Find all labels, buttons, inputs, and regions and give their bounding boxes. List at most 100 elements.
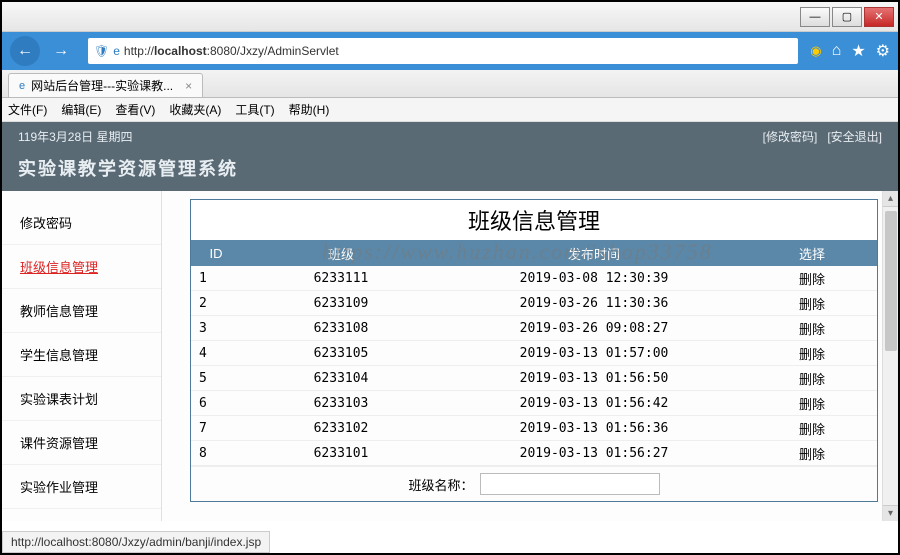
form-row: 班级名称： [191, 466, 877, 501]
vertical-scrollbar[interactable]: ▴ ▾ [882, 191, 898, 521]
menu-tools[interactable]: 工具(T) [235, 101, 274, 118]
cell-id: 5 [191, 371, 241, 386]
window-maximize-button[interactable]: ▢ [832, 7, 862, 27]
menu-view[interactable]: 查看(V) [115, 101, 155, 118]
menu-file[interactable]: 文件(F) [8, 101, 47, 118]
form-label: 班级名称： [408, 475, 473, 494]
cell-time: 2019-03-13 01:57:00 [441, 346, 747, 361]
app-header: 119年3月28日 星期四 [修改密码] [安全退出] 实验课教学资源管理系统 [2, 122, 898, 191]
delete-link[interactable]: 删除 [747, 419, 877, 438]
sidebar-item-courseware[interactable]: 课件资源管理 [2, 421, 161, 465]
cell-id: 7 [191, 421, 241, 436]
home-icon[interactable]: ⌂ [832, 42, 842, 60]
delete-link[interactable]: 删除 [747, 294, 877, 313]
favorites-icon[interactable]: ★ [851, 41, 865, 61]
forward-button[interactable]: → [46, 36, 76, 66]
url-prefix: http:// [124, 44, 154, 58]
url-rest: :8080/Jxzy/AdminServlet [207, 44, 339, 58]
scroll-thumb[interactable] [885, 211, 897, 351]
tab-title: 网站后台管理---实验课教... [31, 77, 173, 94]
shield-icon: 🛡 [94, 44, 109, 58]
table-row: 462331052019-03-13 01:57:00删除 [191, 341, 877, 366]
delete-link[interactable]: 删除 [747, 319, 877, 338]
delete-link[interactable]: 删除 [747, 269, 877, 288]
cell-id: 3 [191, 321, 241, 336]
header-date: 119年3月28日 星期四 [18, 128, 133, 145]
delete-link[interactable]: 删除 [747, 344, 877, 363]
url-host: localhost [154, 44, 207, 58]
table-row: 662331032019-03-13 01:56:42删除 [191, 391, 877, 416]
col-class: 班级 [241, 244, 441, 263]
browser-navbar: ← → 🛡 e http://localhost:8080/Jxzy/Admin… [2, 32, 898, 70]
sidebar-item-teacher-info[interactable]: 教师信息管理 [2, 289, 161, 333]
settings-gear-icon[interactable]: ⚙ [876, 41, 890, 61]
sidebar-item-lab-schedule[interactable]: 实验课表计划 [2, 377, 161, 421]
tab-close-icon[interactable]: × [185, 79, 192, 93]
table-row: 162331112019-03-08 12:30:39删除 [191, 266, 877, 291]
window-titlebar: — ▢ ✕ [2, 2, 898, 32]
table-header: ID 班级 发布时间 选择 [191, 240, 877, 266]
app-body: 修改密码 班级信息管理 教师信息管理 学生信息管理 实验课表计划 课件资源管理 … [2, 191, 898, 521]
cell-id: 2 [191, 296, 241, 311]
class-panel: 班级信息管理 ID 班级 发布时间 选择 162331112019-03-08 … [190, 199, 878, 502]
cell-class: 6233105 [241, 346, 441, 361]
cell-id: 8 [191, 446, 241, 461]
scroll-down-icon[interactable]: ▾ [883, 505, 898, 521]
cell-class: 6233102 [241, 421, 441, 436]
cell-time: 2019-03-08 12:30:39 [441, 271, 747, 286]
cell-time: 2019-03-26 09:08:27 [441, 321, 747, 336]
sidebar-item-class-info[interactable]: 班级信息管理 [2, 245, 161, 289]
window-close-button[interactable]: ✕ [864, 7, 894, 27]
cell-class: 6233101 [241, 446, 441, 461]
sidebar-item-lab-homework[interactable]: 实验作业管理 [2, 465, 161, 509]
table-row: 762331022019-03-13 01:56:36删除 [191, 416, 877, 441]
delete-link[interactable]: 删除 [747, 369, 877, 388]
menu-edit[interactable]: 编辑(E) [61, 101, 101, 118]
cell-class: 6233103 [241, 396, 441, 411]
table-row: 562331042019-03-13 01:56:50删除 [191, 366, 877, 391]
table-row: 362331082019-03-26 09:08:27删除 [191, 316, 877, 341]
sidebar-item-password[interactable]: 修改密码 [2, 201, 161, 245]
cell-id: 4 [191, 346, 241, 361]
tab-favicon-icon: e [19, 80, 25, 92]
sidebar-item-student-info[interactable]: 学生信息管理 [2, 333, 161, 377]
table-row: 262331092019-03-26 11:30:36删除 [191, 291, 877, 316]
app-title: 实验课教学资源管理系统 [18, 155, 882, 181]
bookmark-indicator-icon[interactable]: ◉ [810, 43, 821, 59]
browser-menubar: 文件(F) 编辑(E) 查看(V) 收藏夹(A) 工具(T) 帮助(H) [2, 98, 898, 122]
logout-link[interactable]: [安全退出] [827, 130, 882, 144]
delete-link[interactable]: 删除 [747, 444, 877, 463]
ie-icon: e [113, 44, 120, 58]
menu-favorites[interactable]: 收藏夹(A) [169, 101, 221, 118]
col-time: 发布时间 [441, 244, 747, 263]
delete-link[interactable]: 删除 [747, 394, 877, 413]
panel-title: 班级信息管理 [191, 200, 877, 240]
cell-class: 6233109 [241, 296, 441, 311]
class-name-input[interactable] [480, 473, 660, 495]
scroll-up-icon[interactable]: ▴ [883, 191, 898, 207]
change-password-link[interactable]: [修改密码] [763, 130, 818, 144]
cell-class: 6233111 [241, 271, 441, 286]
app-root: 119年3月28日 星期四 [修改密码] [安全退出] 实验课教学资源管理系统 … [2, 122, 898, 514]
window-minimize-button[interactable]: — [800, 7, 830, 27]
table-body: 162331112019-03-08 12:30:39删除26233109201… [191, 266, 877, 466]
back-button[interactable]: ← [10, 36, 40, 66]
browser-tab[interactable]: e 网站后台管理---实验课教... × [8, 73, 203, 97]
cell-time: 2019-03-26 11:30:36 [441, 296, 747, 311]
sidebar: 修改密码 班级信息管理 教师信息管理 学生信息管理 实验课表计划 课件资源管理 … [2, 191, 162, 521]
menu-help[interactable]: 帮助(H) [289, 101, 330, 118]
col-action: 选择 [747, 244, 877, 263]
table-row: 862331012019-03-13 01:56:27删除 [191, 441, 877, 466]
address-bar[interactable]: 🛡 e http://localhost:8080/Jxzy/AdminServ… [88, 38, 798, 64]
cell-time: 2019-03-13 01:56:36 [441, 421, 747, 436]
cell-class: 6233108 [241, 321, 441, 336]
main-content: https://www.huzhan.com/ishop33758 班级信息管理… [162, 191, 898, 521]
cell-time: 2019-03-13 01:56:42 [441, 396, 747, 411]
browser-tabbar: e 网站后台管理---实验课教... × [2, 70, 898, 98]
cell-id: 6 [191, 396, 241, 411]
col-id: ID [191, 246, 241, 261]
status-bar: http://localhost:8080/Jxzy/admin/banji/i… [2, 531, 270, 553]
cell-class: 6233104 [241, 371, 441, 386]
cell-time: 2019-03-13 01:56:50 [441, 371, 747, 386]
cell-time: 2019-03-13 01:56:27 [441, 446, 747, 461]
